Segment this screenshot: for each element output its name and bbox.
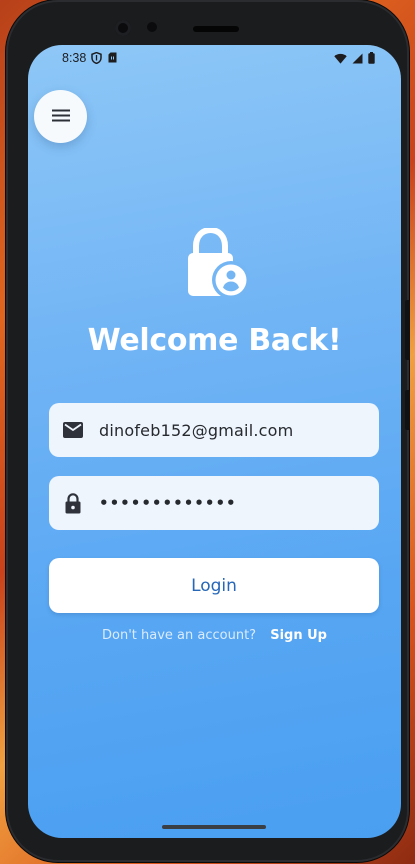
- shield-icon: [91, 51, 102, 67]
- login-button[interactable]: Login: [49, 558, 379, 613]
- cellular-signal-icon: [352, 53, 363, 67]
- sim-card-icon: [108, 52, 117, 67]
- lock-account-icon: [186, 226, 252, 300]
- signup-link[interactable]: Sign Up: [270, 628, 327, 643]
- page-title: Welcome Back!: [87, 323, 342, 358]
- status-time: 8:38: [62, 51, 87, 65]
- earpiece-speaker: [193, 26, 239, 32]
- menu-button[interactable]: [34, 90, 87, 143]
- wifi-icon: [334, 53, 347, 67]
- hamburger-menu-icon: [51, 107, 70, 126]
- email-value: dinofeb152@gmail.com: [99, 420, 294, 440]
- email-icon: [61, 418, 85, 442]
- signup-row: Don't have an account? Sign Up: [28, 628, 401, 643]
- password-field[interactable]: •••••••••••••: [49, 476, 379, 530]
- password-value: •••••••••••••: [99, 494, 237, 512]
- signup-prompt: Don't have an account?: [102, 628, 257, 643]
- battery-icon: [368, 52, 375, 67]
- power-button: [405, 300, 410, 360]
- front-camera: [115, 20, 131, 36]
- volume-button: [405, 390, 410, 430]
- status-bar: 8:38: [28, 45, 401, 73]
- front-sensor: [147, 22, 157, 32]
- lock-icon: [61, 491, 85, 515]
- email-field[interactable]: dinofeb152@gmail.com: [49, 403, 379, 457]
- phone-frame: 8:38 Welcome Back! dinofeb152@gmail.com …: [6, 0, 410, 862]
- home-indicator[interactable]: [162, 825, 266, 829]
- app-screen: 8:38 Welcome Back! dinofeb152@gmail.com …: [28, 45, 401, 838]
